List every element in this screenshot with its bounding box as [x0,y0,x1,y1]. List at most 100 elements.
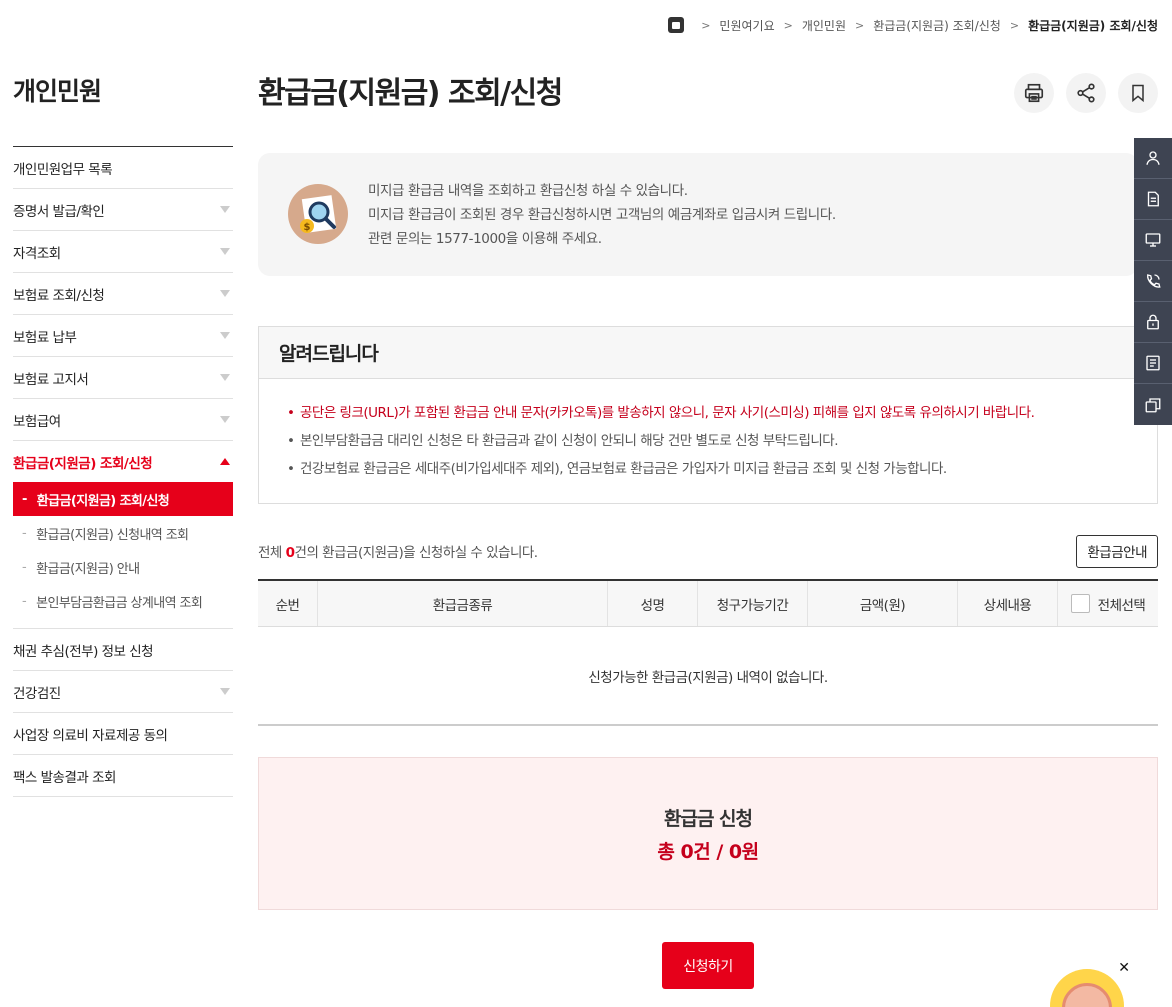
triangle-down-icon [220,416,230,423]
select-all[interactable]: 전체선택 [1058,581,1158,626]
sidebar-item-label: 사업장 의료비 자료제공 동의 [13,727,168,744]
apply-total: 총 0건 / 0원 [657,840,759,863]
notice-item: 공단은 링크(URL)가 포함된 환급금 안내 문자(카카오톡)를 발송하지 않… [287,399,1137,427]
column-header: 순번 [258,581,318,626]
sidebar-item-label: 보험료 납부 [13,329,77,346]
submenu-item-label: 본인부담금환급금 상계내역 조회 [36,595,203,611]
breadcrumb-item-personal[interactable]: 개인민원 [802,17,846,34]
notice-item: 건강보험료 환급금은 세대주(비가입세대주 제외), 연금보험료 환급금은 가입… [287,455,1137,483]
triangle-down-icon [220,332,230,339]
sidebar-menu: 개인민원업무 목록 증명서 발급/확인 자격조회 보험료 조회/신청 보험료 납… [13,147,233,797]
quick-menu-document[interactable] [1134,179,1172,220]
info-box: $ 미지급 환급금 내역을 조회하고 환급신청 하실 수 있습니다. 미지급 환… [258,153,1138,276]
refund-guide-button[interactable]: 환급금안내 [1076,534,1158,568]
sidebar-item-debt[interactable]: 채권 추심(전부) 정보 신청 [13,629,233,671]
triangle-down-icon [220,206,230,213]
sidebar-item-list[interactable]: 개인민원업무 목록 [13,147,233,189]
sidebar-item-label: 채권 추심(전부) 정보 신청 [13,643,154,660]
person-icon [1146,151,1160,165]
quick-menu-monitor[interactable] [1134,220,1172,261]
info-line: 관련 문의는 1577-1000을 이용해 주세요. [368,231,602,247]
sidebar-item-benefit[interactable]: 보험급여 [13,399,233,441]
bookmark-icon [1132,84,1144,103]
column-header: 금액(원) [808,581,958,626]
sidebar-item-premium-inquiry[interactable]: 보험료 조회/신청 [13,273,233,315]
phone-icon [1147,274,1161,288]
bookmark-button[interactable] [1118,73,1158,113]
copy-icon [1145,397,1161,412]
chevron-right-icon: > [1009,18,1020,32]
list-icon [1146,355,1160,371]
close-icon[interactable]: ✕ [1118,960,1130,976]
count-text: 전체 0건의 환급금(지원금)을 신청하실 수 있습니다. [258,545,538,561]
quick-menu-phone[interactable] [1134,261,1172,302]
sidebar-item-qualification[interactable]: 자격조회 [13,231,233,273]
info-line: 미지급 환급금이 조회된 경우 환급신청하시면 고객님의 예금계좌로 입금시켜 … [368,207,836,223]
column-header: 청구가능기간 [698,581,808,626]
refund-table: 순번 환급금종류 성명 청구가능기간 금액(원) 상세내용 전체선택 신청가능한… [258,579,1158,726]
triangle-down-icon [220,290,230,297]
quick-menu [1134,138,1172,425]
sidebar-item-premium-bill[interactable]: 보험료 고지서 [13,357,233,399]
sidebar-title: 개인민원 [13,70,233,147]
triangle-down-icon [220,248,230,255]
sidebar-item-label: 팩스 발송결과 조회 [13,769,116,786]
search-document-icon: $ [288,184,348,244]
table-empty-message: 신청가능한 환급금(지원금) 내역이 없습니다. [258,627,1158,726]
svg-text:$: $ [304,222,311,233]
quick-menu-list[interactable] [1134,343,1172,384]
chevron-right-icon: > [701,18,711,32]
sidebar-item-label: 보험료 고지서 [13,371,89,388]
count-number: 0 [285,545,295,561]
column-header: 상세내용 [958,581,1058,626]
sidebar-item-label: 환급금(지원금) 조회/신청 [13,455,153,472]
sidebar-item-refund[interactable]: 환급금(지원금) 조회/신청 - 환급금(지원금) 조회/신청 - 환급금(지원금)… [13,441,233,629]
share-icon [1077,83,1095,103]
quick-menu-person[interactable] [1134,138,1172,179]
sidebar-item-label: 보험료 조회/신청 [13,287,105,304]
submenu-item-refund-guide[interactable]: - 환급금(지원금) 안내 [13,550,233,584]
notice-title: 알려드립니다 [259,327,1157,379]
apply-title: 환급금 신청 [663,807,753,830]
table-header: 순번 환급금종류 성명 청구가능기간 금액(원) 상세내용 전체선택 [258,581,1158,627]
quick-menu-copy[interactable] [1134,384,1172,425]
main-content: 환급금(지원금) 조회/신청 $ 미지급 환급금 내역을 조회하고 환급신청 하… [258,70,1158,989]
quick-menu-lock[interactable] [1134,302,1172,343]
breadcrumb-item-refund[interactable]: 환급금(지원금) 조회/신청 [873,17,1001,34]
apply-button[interactable]: 신청하기 [662,942,754,989]
sidebar-item-premium-payment[interactable]: 보험료 납부 [13,315,233,357]
breadcrumb-item-civil[interactable]: 민원여기요 [719,17,774,34]
select-all-label: 전체선택 [1097,597,1146,614]
info-text: 미지급 환급금 내역을 조회하고 환급신청 하실 수 있습니다. 미지급 환급금… [368,179,836,251]
sidebar-item-certificate[interactable]: 증명서 발급/확인 [13,189,233,231]
monitor-icon [1145,233,1161,247]
triangle-up-icon [220,458,230,465]
page-tools [1014,73,1158,113]
apply-summary: 환급금 신청 총 0건 / 0원 [258,757,1158,910]
sidebar-item-medical-consent[interactable]: 사업장 의료비 자료제공 동의 [13,713,233,755]
print-button[interactable] [1014,73,1054,113]
home-icon[interactable] [668,17,685,33]
sidebar-item-checkup[interactable]: 건강검진 [13,671,233,713]
document-icon [1147,191,1159,207]
submenu-item-refund-inquiry[interactable]: - 환급금(지원금) 조회/신청 [13,482,233,516]
sidebar: 개인민원 개인민원업무 목록 증명서 발급/확인 자격조회 보험료 조회/신청 … [13,70,233,797]
share-button[interactable] [1066,73,1106,113]
submenu-item-label: 환급금(지원금) 안내 [36,561,140,577]
sidebar-item-label: 보험급여 [13,413,61,430]
breadcrumb-item-current: 환급금(지원금) 조회/신청 [1028,18,1158,33]
sidebar-item-label: 증명서 발급/확인 [13,203,105,220]
select-all-checkbox[interactable] [1070,594,1090,613]
chatbot-icon[interactable] [1050,969,1124,1007]
breadcrumb: > 민원여기요 > 개인민원 > 환급금(지원금) 조회/신청 > 환급금(지원… [668,16,1158,34]
notice-box: 알려드립니다 공단은 링크(URL)가 포함된 환급금 안내 문자(카카오톡)를… [258,326,1158,504]
chevron-right-icon: > [855,18,865,32]
sidebar-item-label: 개인민원업무 목록 [13,161,113,178]
sidebar-item-fax[interactable]: 팩스 발송결과 조회 [13,755,233,797]
submenu-item-refund-history[interactable]: - 환급금(지원금) 신청내역 조회 [13,516,233,550]
submenu-item-offset-history[interactable]: - 본인부담금환급금 상계내역 조회 [13,584,233,618]
notice-list: 공단은 링크(URL)가 포함된 환급금 안내 문자(카카오톡)를 발송하지 않… [259,379,1157,503]
column-header: 환급금종류 [318,581,608,626]
sidebar-submenu: - 환급금(지원금) 조회/신청 - 환급금(지원금) 신청내역 조회 - 환급금(지… [13,482,233,628]
lock-icon [1147,314,1159,330]
